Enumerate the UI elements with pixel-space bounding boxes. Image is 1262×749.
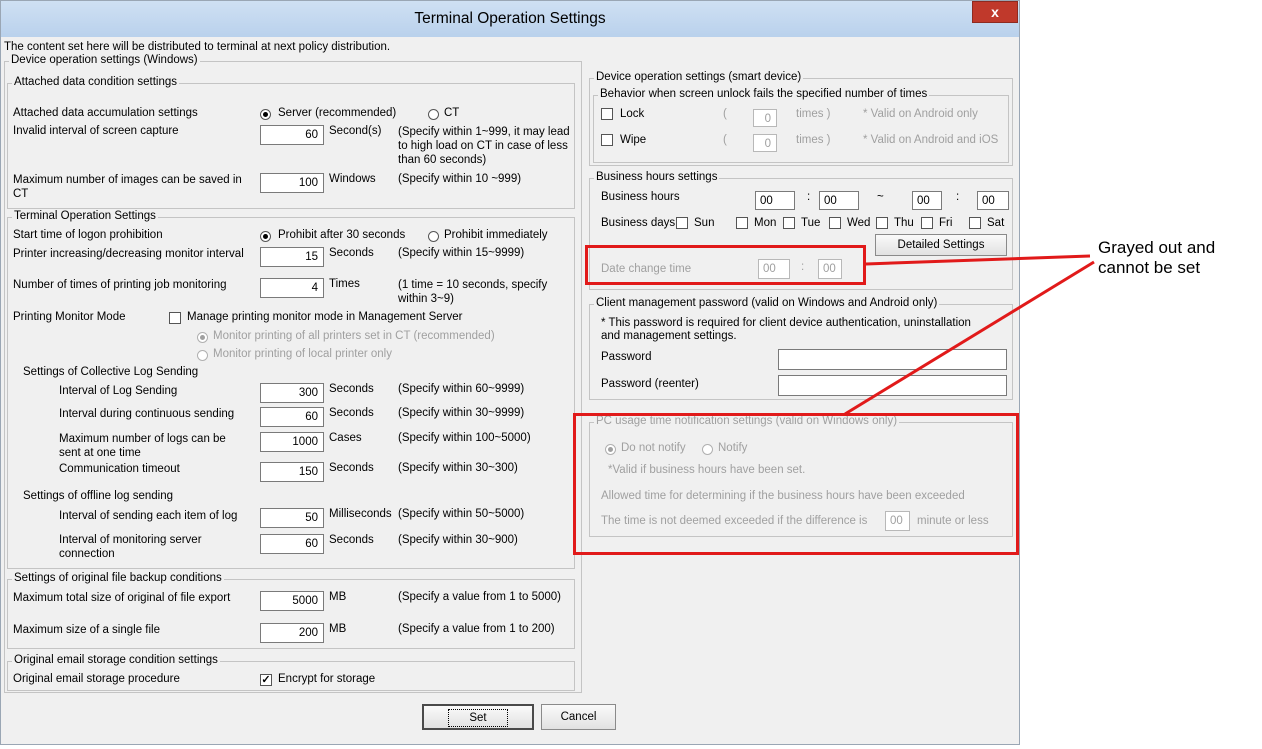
annotation-line2: cannot be set	[1098, 258, 1201, 277]
annotation-lines	[844, 254, 1095, 416]
annotation-line1: Grayed out and	[1098, 238, 1216, 257]
annotation-text: Grayed out and cannot be set	[1098, 238, 1215, 278]
